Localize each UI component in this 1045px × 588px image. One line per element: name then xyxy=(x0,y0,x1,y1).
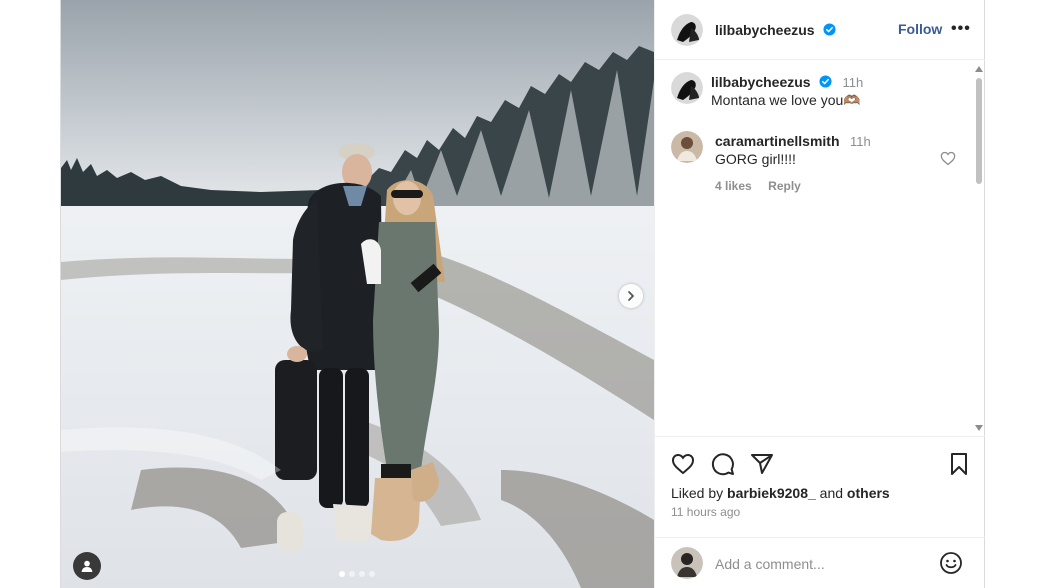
post-dialog: lilbabycheezus Follow ••• lilbabycheezus xyxy=(60,0,985,588)
bookmark-icon[interactable] xyxy=(949,452,969,476)
comment-meta: 4 likes Reply xyxy=(715,177,801,195)
liked-by-prefix: Liked by xyxy=(671,485,724,501)
paper-plane-icon[interactable] xyxy=(750,452,774,476)
avatar-image xyxy=(671,547,703,579)
caption-text: Montana we love you🫶🏽 xyxy=(711,92,861,108)
viewer-avatar xyxy=(671,547,703,579)
comment-username[interactable]: caramartinellsmith xyxy=(715,133,840,149)
carousel-dots xyxy=(339,571,375,577)
speech-bubble-icon[interactable] xyxy=(711,452,735,476)
person-tag-icon xyxy=(81,560,93,572)
author-avatar[interactable] xyxy=(671,14,703,46)
chevron-right-icon xyxy=(628,291,634,301)
verified-badge-icon xyxy=(819,75,832,88)
comment-text: GORG girl!!!! xyxy=(715,151,796,167)
liked-by-others[interactable]: others xyxy=(847,485,890,501)
post-sidebar: lilbabycheezus Follow ••• lilbabycheezus xyxy=(654,0,985,588)
carousel-dot xyxy=(339,571,345,577)
avatar-image xyxy=(671,14,703,46)
author-username[interactable]: lilbabycheezus xyxy=(715,22,815,38)
caption-avatar[interactable] xyxy=(671,72,703,104)
carousel-dot xyxy=(359,571,365,577)
comment-time: 11h xyxy=(849,134,871,149)
comment-header: caramartinellsmith 11h xyxy=(715,133,871,151)
comment-reply-button[interactable]: Reply xyxy=(768,179,801,193)
verified-badge-icon xyxy=(823,23,836,36)
carousel-next-button[interactable] xyxy=(619,284,643,308)
scroll-down-arrow[interactable] xyxy=(975,425,983,431)
liked-by: Liked by barbiek9208_ and others xyxy=(671,485,890,501)
follow-button[interactable]: Follow xyxy=(898,21,942,37)
comment-likes[interactable]: 4 likes xyxy=(715,179,752,193)
more-options-icon[interactable]: ••• xyxy=(951,20,971,38)
caption-time: 11h xyxy=(842,75,864,90)
liked-by-user[interactable]: barbiek9208_ xyxy=(727,485,816,501)
post-media[interactable] xyxy=(61,0,654,588)
carousel-dot xyxy=(349,571,355,577)
author-name-row: lilbabycheezus xyxy=(715,22,836,40)
caption-header: lilbabycheezus 11h xyxy=(711,74,863,92)
carousel-dot xyxy=(369,571,375,577)
comment-avatar[interactable] xyxy=(671,131,703,163)
photo-snowy-couple xyxy=(61,0,654,588)
heart-icon[interactable] xyxy=(940,151,956,166)
scroll-thumb[interactable] xyxy=(976,78,982,184)
post-timestamp[interactable]: 11 hours ago xyxy=(671,505,740,519)
caption-username[interactable]: lilbabycheezus xyxy=(711,74,811,90)
avatar-image xyxy=(671,131,703,163)
heart-icon[interactable] xyxy=(671,453,695,475)
tagged-users-button[interactable] xyxy=(73,552,101,580)
post-header: lilbabycheezus Follow ••• xyxy=(655,0,985,60)
post-actions: Liked by barbiek9208_ and others 11 hour… xyxy=(655,436,985,524)
liked-by-conj: and xyxy=(819,485,844,501)
comment-input[interactable]: Add a comment... xyxy=(715,556,825,572)
add-comment-bar: Add a comment... xyxy=(655,537,985,588)
smiley-icon[interactable] xyxy=(939,551,963,575)
comments-scrollbar[interactable] xyxy=(973,62,985,436)
avatar-image xyxy=(671,72,703,104)
scroll-up-arrow[interactable] xyxy=(975,66,983,72)
comments-list: lilbabycheezus 11h Montana we love you🫶🏽… xyxy=(655,61,985,435)
